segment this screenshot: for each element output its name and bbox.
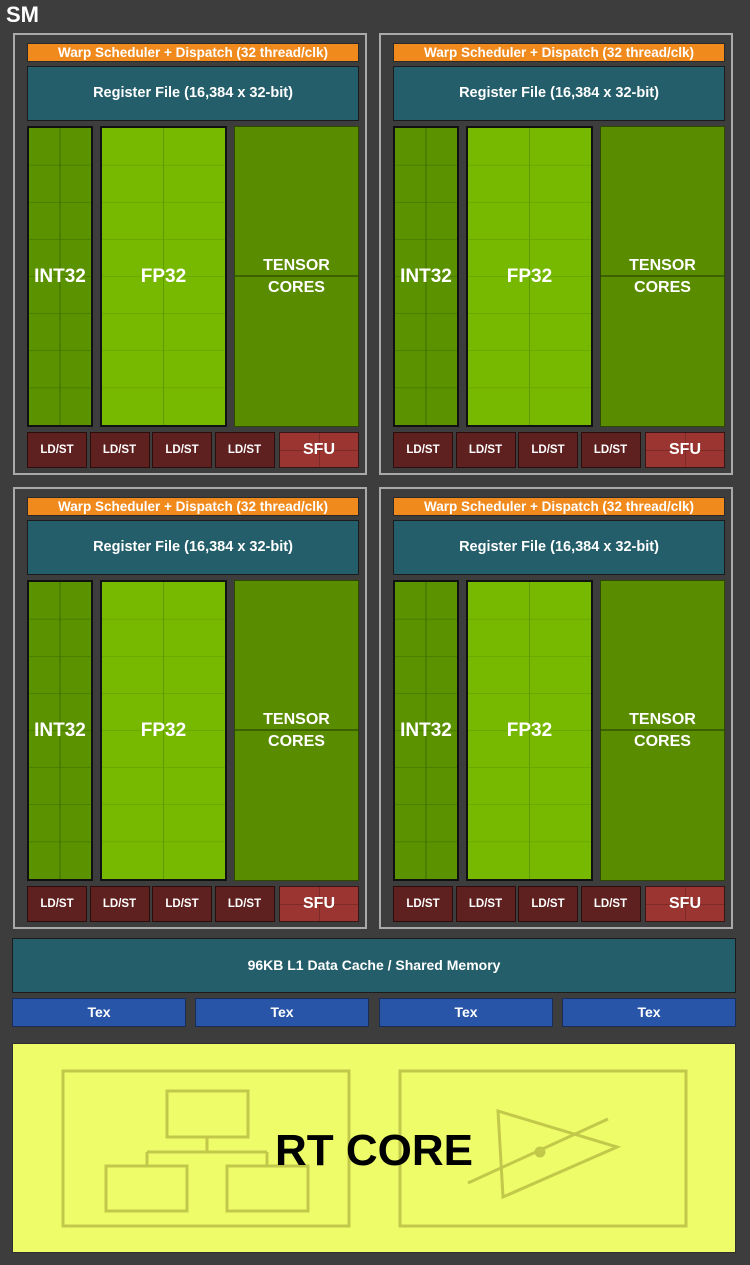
ldst-unit: LD/ST xyxy=(214,886,275,922)
ldst-unit: LD/ST xyxy=(580,432,641,468)
fp32-cores: FP32 xyxy=(100,126,227,427)
processing-block: Warp Scheduler + Dispatch (32 thread/clk… xyxy=(379,33,733,475)
sfu-unit: SFU xyxy=(279,432,359,468)
int32-label: INT32 xyxy=(34,719,86,741)
sm-title: SM xyxy=(6,2,39,27)
tensor-cores: TENSOR CORES xyxy=(600,126,725,427)
fp32-label: FP32 xyxy=(140,719,187,741)
int32-label: INT32 xyxy=(400,719,452,741)
tensor-label: TENSOR CORES xyxy=(629,257,696,296)
int32-cores: INT32 xyxy=(393,580,459,881)
int32-cores: INT32 xyxy=(27,126,93,427)
ldst-unit: LD/ST xyxy=(580,886,641,922)
fp32-cores: FP32 xyxy=(466,126,593,427)
ldst-unit: LD/ST xyxy=(518,432,578,468)
register-file: Register File (16,384 x 32-bit) xyxy=(393,520,725,575)
tensor-label: TENSOR CORES xyxy=(263,257,330,296)
tensor-label: TENSOR CORES xyxy=(263,711,330,750)
ldst-unit: LD/ST xyxy=(89,886,150,922)
ldst-unit: LD/ST xyxy=(455,886,516,922)
warp-scheduler: Warp Scheduler + Dispatch (32 thread/clk… xyxy=(27,497,359,516)
int32-cores: INT32 xyxy=(393,126,459,427)
ldst-unit: LD/ST xyxy=(89,432,150,468)
int32-label: INT32 xyxy=(34,265,86,287)
register-file: Register File (16,384 x 32-bit) xyxy=(27,66,359,121)
fp32-cores: FP32 xyxy=(100,580,227,881)
tensor-cores: TENSOR CORES xyxy=(234,126,359,427)
fp32-label: FP32 xyxy=(140,265,187,287)
int32-cores: INT32 xyxy=(27,580,93,881)
tensor-label: TENSOR CORES xyxy=(629,711,696,750)
ldst-unit: LD/ST xyxy=(393,432,453,468)
ldst-unit: LD/ST xyxy=(393,886,453,922)
tensor-cores: TENSOR CORES xyxy=(600,580,725,881)
tensor-cores: TENSOR CORES xyxy=(234,580,359,881)
ldst-unit: LD/ST xyxy=(27,432,87,468)
rt-core: RT CORE xyxy=(12,1043,736,1253)
tex-unit: Tex xyxy=(195,998,369,1027)
warp-scheduler: Warp Scheduler + Dispatch (32 thread/clk… xyxy=(27,43,359,62)
rt-core-label: RT CORE xyxy=(275,1126,473,1175)
fp32-label: FP32 xyxy=(506,719,553,741)
sfu-unit: SFU xyxy=(645,432,725,468)
sfu-unit: SFU xyxy=(279,886,359,922)
ldst-unit: LD/ST xyxy=(152,432,212,468)
tex-unit: Tex xyxy=(12,998,186,1027)
fp32-cores: FP32 xyxy=(466,580,593,881)
register-file: Register File (16,384 x 32-bit) xyxy=(393,66,725,121)
processing-block: Warp Scheduler + Dispatch (32 thread/clk… xyxy=(13,487,367,929)
int32-label: INT32 xyxy=(400,265,452,287)
ldst-unit: LD/ST xyxy=(455,432,516,468)
fp32-label: FP32 xyxy=(506,265,553,287)
warp-scheduler: Warp Scheduler + Dispatch (32 thread/clk… xyxy=(393,43,725,62)
register-file: Register File (16,384 x 32-bit) xyxy=(27,520,359,575)
warp-scheduler: Warp Scheduler + Dispatch (32 thread/clk… xyxy=(393,497,725,516)
processing-block: Warp Scheduler + Dispatch (32 thread/clk… xyxy=(13,33,367,475)
tex-unit: Tex xyxy=(562,998,736,1027)
tex-unit: Tex xyxy=(379,998,553,1027)
ldst-unit: LD/ST xyxy=(152,886,212,922)
processing-block: Warp Scheduler + Dispatch (32 thread/clk… xyxy=(379,487,733,929)
ldst-unit: LD/ST xyxy=(27,886,87,922)
ldst-unit: LD/ST xyxy=(518,886,578,922)
ldst-unit: LD/ST xyxy=(214,432,275,468)
l1-data-cache: 96KB L1 Data Cache / Shared Memory xyxy=(12,938,736,993)
sfu-unit: SFU xyxy=(645,886,725,922)
